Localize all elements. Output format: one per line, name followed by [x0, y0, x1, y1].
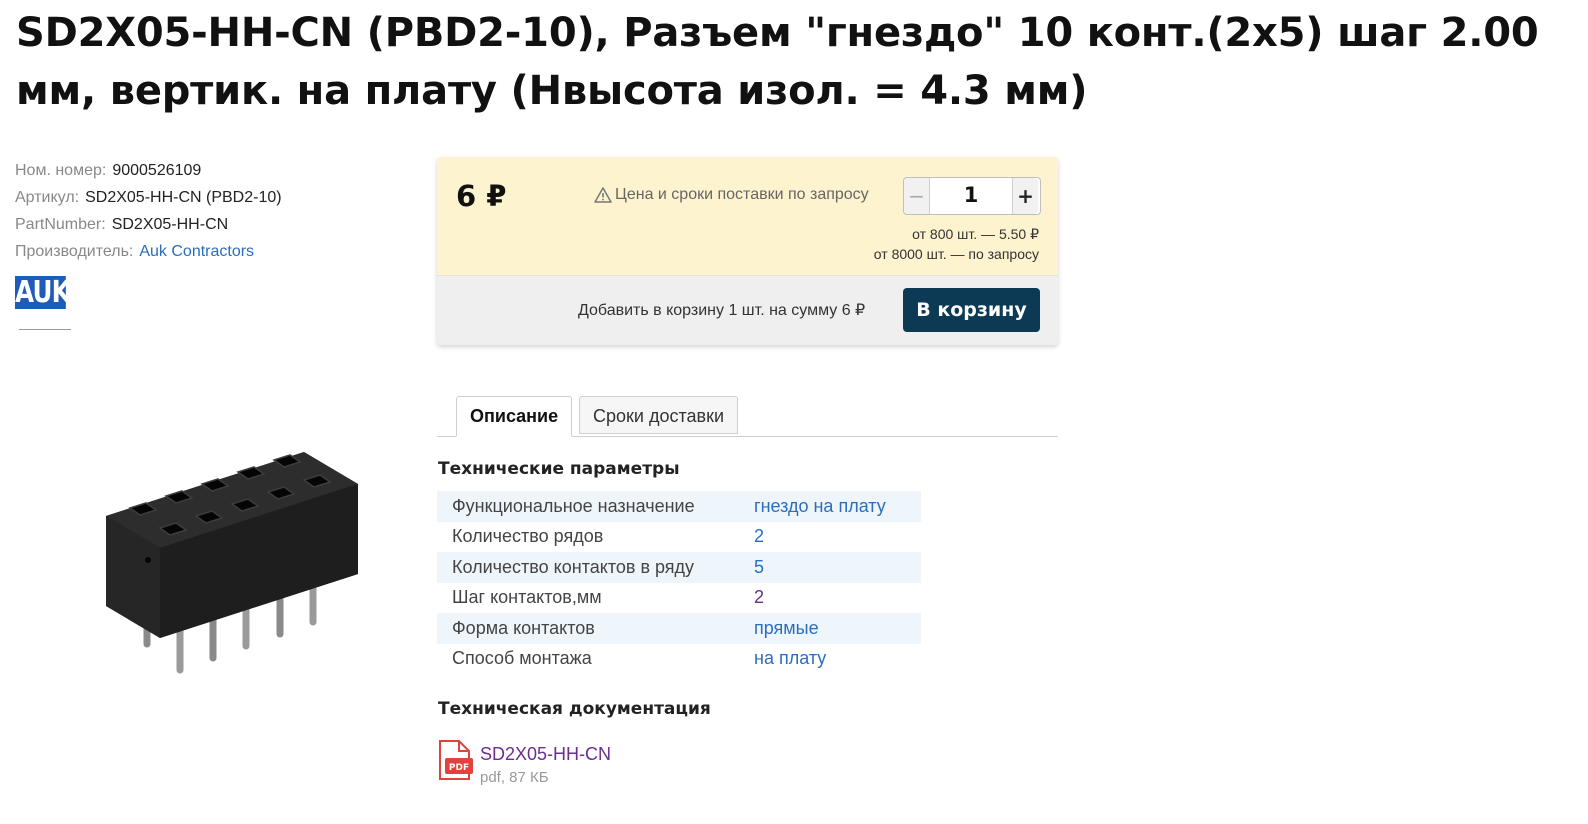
tab-description[interactable]: Описание — [456, 396, 573, 437]
tech-params-heading: Технические параметры — [438, 459, 680, 479]
table-row: Количество рядов 2 — [437, 522, 921, 553]
tab-delivery-terms[interactable]: Сроки доставки — [579, 396, 739, 434]
price-tier: от 8000 шт. — по запросу — [873, 246, 1039, 262]
table-row: Способ монтажа на плату — [437, 644, 921, 675]
meta-article-label: Артикул: — [15, 189, 80, 206]
param-value-link[interactable]: прямые — [754, 613, 921, 644]
meta-partnumber-value: SD2X05-HH-CN — [111, 216, 229, 233]
price-tiers: от 800 шт. — 5.50 ₽ от 8000 шт. — по зап… — [874, 224, 1039, 264]
page-title: SD2X05-HH-CN (PBD2-10), Разъем "гнездо" … — [16, 10, 1539, 114]
manufacturer-link[interactable]: Auk Contractors — [139, 243, 254, 260]
param-value-link[interactable]: 2 — [754, 522, 921, 553]
table-row: Количество контактов в ряду 5 — [437, 552, 921, 583]
param-value-link[interactable]: гнездо на плату — [754, 491, 921, 522]
price-tier: от 800 шт. — 5.50 ₽ — [912, 226, 1039, 242]
product-image[interactable] — [100, 448, 362, 680]
product-meta: Ном. номер: 9000526109 Артикул: SD2X05-HH-… — [15, 160, 282, 268]
cart-panel: Добавить в корзину 1 шт. на сумму 6 ₽ В … — [437, 275, 1058, 345]
document-meta: pdf, 87 КБ — [480, 769, 549, 786]
pdf-icon-label: PDF — [449, 763, 469, 773]
meta-nom-label: Ном. номер: — [15, 162, 107, 179]
buy-box: 6 ₽ Цена и сроки поставки по запросу − +… — [437, 157, 1058, 345]
document-link[interactable]: SD2X05-HH-CN — [480, 744, 611, 765]
meta-article-row: Артикул: SD2X05-HH-CN (PBD2-10) — [15, 187, 282, 214]
price-notice-text: Цена и сроки поставки по запросу — [615, 186, 869, 203]
param-value-link[interactable]: на плату — [754, 644, 921, 675]
tech-docs-heading: Техническая документация — [438, 699, 711, 719]
add-to-cart-button[interactable]: В корзину — [903, 288, 1040, 332]
price: 6 ₽ — [456, 179, 507, 213]
meta-nom-row: Ном. номер: 9000526109 — [15, 160, 282, 187]
tab-bar: Описание Сроки доставки — [437, 396, 1058, 437]
meta-manufacturer-row: Производитель: Auk Contractors — [15, 241, 282, 268]
quantity-stepper: − + — [903, 177, 1041, 215]
meta-partnumber-row: PartNumber: SD2X05-HH-CN — [15, 214, 282, 241]
table-row: Функциональное назначение гнездо на плат… — [437, 491, 921, 522]
meta-manufacturer-label: Производитель: — [15, 243, 134, 260]
param-key: Способ монтажа — [452, 648, 592, 669]
price-panel: 6 ₽ Цена и сроки поставки по запросу − +… — [437, 157, 1058, 275]
brand-divider — [19, 329, 71, 330]
param-key: Функциональное назначение — [437, 491, 754, 522]
increase-quantity-button[interactable]: + — [1012, 178, 1038, 214]
param-key: Количество рядов — [452, 526, 604, 547]
price-notice: Цена и сроки поставки по запросу — [594, 186, 869, 204]
table-row: Шаг контактов,мм 2 — [437, 583, 921, 614]
brand-logo[interactable]: AUK — [15, 276, 71, 310]
table-row: Форма контактов прямые — [437, 613, 921, 644]
tech-params-table: Функциональное назначение гнездо на плат… — [437, 491, 921, 674]
meta-partnumber-label: PartNumber: — [15, 216, 106, 233]
pdf-file-icon[interactable]: PDF — [437, 740, 473, 780]
cart-summary: Добавить в корзину 1 шт. на сумму 6 ₽ — [578, 302, 866, 319]
meta-nom-value: 9000526109 — [112, 162, 202, 179]
decrease-quantity-button[interactable]: − — [904, 178, 930, 214]
warning-triangle-icon — [594, 187, 612, 203]
quantity-input[interactable] — [930, 178, 1012, 212]
param-value-link[interactable]: 2 — [754, 583, 921, 614]
param-key: Форма контактов — [437, 613, 754, 644]
param-value-link[interactable]: 5 — [754, 552, 921, 583]
param-key: Шаг контактов,мм — [452, 587, 602, 608]
param-key: Количество контактов в ряду — [437, 552, 754, 583]
meta-article-value: SD2X05-HH-CN (PBD2-10) — [85, 189, 282, 206]
